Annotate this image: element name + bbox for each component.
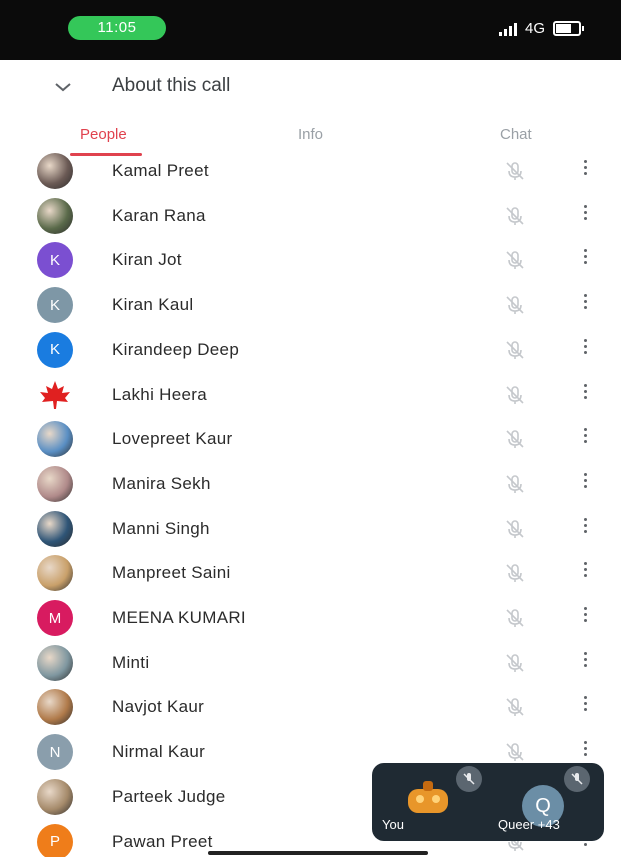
sheet-title: About this call <box>112 75 231 96</box>
participant-row[interactable]: Manpreet Saini <box>8 551 613 596</box>
participant-name: Lovepreet Kaur <box>112 429 233 449</box>
participant-avatar: K <box>37 331 73 368</box>
participant-row[interactable]: K Kiran Kaul <box>8 283 613 328</box>
participant-name: Parteek Judge <box>112 786 226 806</box>
self-view-pip[interactable]: You Q Queer +43 <box>372 763 604 841</box>
network-type: 4G <box>524 20 545 37</box>
mic-off-icon <box>504 652 526 679</box>
mic-off-icon <box>504 339 526 366</box>
participant-row[interactable]: Lakhi Heera <box>8 373 613 418</box>
sheet-header: About this call <box>8 60 613 116</box>
more-vert-icon[interactable] <box>582 383 588 402</box>
mic-off-icon <box>504 294 526 321</box>
participant-avatar: K <box>37 287 73 324</box>
chevron-down-icon[interactable] <box>52 76 74 98</box>
mic-off-icon <box>504 518 526 545</box>
participant-avatar: K <box>37 242 73 279</box>
status-bar: 11:05 4G <box>0 0 621 60</box>
participant-row[interactable]: Lovepreet Kaur <box>8 417 613 462</box>
participant-row[interactable]: K Kiran Jot <box>8 238 613 283</box>
signal-icon <box>498 22 517 36</box>
participant-name: Kiran Kaul <box>112 295 194 315</box>
more-vert-icon[interactable] <box>582 338 588 357</box>
participant-name: Minti <box>112 652 150 672</box>
maple-leaf-icon <box>40 380 70 409</box>
mic-off-icon <box>504 160 526 187</box>
more-vert-icon[interactable] <box>582 517 588 536</box>
battery-icon <box>553 21 584 36</box>
mic-off-icon <box>504 562 526 589</box>
participant-avatar <box>37 555 73 592</box>
participant-row[interactable]: Minti <box>8 641 613 686</box>
mic-off-icon <box>456 766 482 792</box>
participant-row[interactable]: Manira Sekh <box>8 462 613 507</box>
participant-avatar <box>37 197 73 234</box>
mic-off-icon <box>504 384 526 411</box>
participant-avatar: P <box>37 823 73 857</box>
participant-avatar <box>37 689 73 726</box>
more-vert-icon[interactable] <box>582 472 588 491</box>
participant-row[interactable]: M MEENA KUMARI <box>8 596 613 641</box>
tab-people[interactable]: People <box>80 126 127 143</box>
self-avatar <box>408 781 448 813</box>
more-vert-icon[interactable] <box>582 696 588 714</box>
participant-avatar <box>37 153 73 189</box>
more-vert-icon[interactable] <box>582 607 588 625</box>
pip-self-label: You <box>382 817 404 832</box>
participant-name: MEENA KUMARI <box>112 608 246 627</box>
participant-avatar <box>37 510 73 547</box>
mic-off-icon <box>504 607 526 634</box>
more-vert-icon[interactable] <box>582 741 588 759</box>
more-vert-icon[interactable] <box>582 428 588 446</box>
participant-row[interactable]: Navjot Kaur <box>8 685 613 730</box>
more-vert-icon[interactable] <box>582 204 588 223</box>
pip-other-label: Queer +43 <box>498 817 560 832</box>
status-time: 11:05 <box>68 16 166 40</box>
participant-name: Kiran Jot <box>112 250 182 270</box>
participant-row[interactable]: Karan Rana <box>8 194 613 239</box>
participant-avatar <box>37 778 73 815</box>
call-details-sheet: About this call People Info Chat Kamal P… <box>8 60 613 857</box>
participant-name: Kirandeep Deep <box>112 339 240 359</box>
participant-name: Navjot Kaur <box>112 697 205 717</box>
mic-off-icon <box>504 205 526 232</box>
participant-avatar <box>37 421 73 458</box>
participant-name: Manni Singh <box>112 518 210 538</box>
mic-off-icon <box>504 249 526 276</box>
participant-avatar: M <box>37 600 73 636</box>
more-vert-icon[interactable] <box>582 562 588 580</box>
participant-avatar: N <box>37 734 73 771</box>
participant-name: Lakhi Heera <box>112 384 207 404</box>
tab-info[interactable]: Info <box>298 126 323 143</box>
mic-off-icon <box>504 473 526 500</box>
mic-off-icon <box>504 428 526 455</box>
participant-name: Pawan Preet <box>112 831 213 851</box>
participant-name: Manpreet Saini <box>112 563 231 583</box>
mic-off-icon <box>504 696 526 723</box>
participant-name: Manira Sekh <box>112 473 211 493</box>
participant-avatar <box>37 644 73 681</box>
more-vert-icon[interactable] <box>582 294 588 312</box>
more-vert-icon[interactable] <box>582 651 588 670</box>
participant-name: Nirmal Kaur <box>112 742 206 762</box>
participant-avatar <box>37 377 73 413</box>
tab-chat[interactable]: Chat <box>500 126 532 143</box>
participant-row[interactable]: Kamal Preet <box>8 149 613 194</box>
participant-row[interactable]: K Kirandeep Deep <box>8 328 613 373</box>
participant-row[interactable]: Manni Singh <box>8 507 613 552</box>
more-vert-icon[interactable] <box>582 249 588 267</box>
mic-off-icon <box>564 766 590 792</box>
participant-name: Karan Rana <box>112 205 206 225</box>
participant-avatar <box>37 465 73 502</box>
more-vert-icon[interactable] <box>582 160 588 178</box>
participant-name: Kamal Preet <box>112 161 209 180</box>
home-indicator <box>208 851 428 855</box>
status-indicators: 4G <box>498 20 584 37</box>
